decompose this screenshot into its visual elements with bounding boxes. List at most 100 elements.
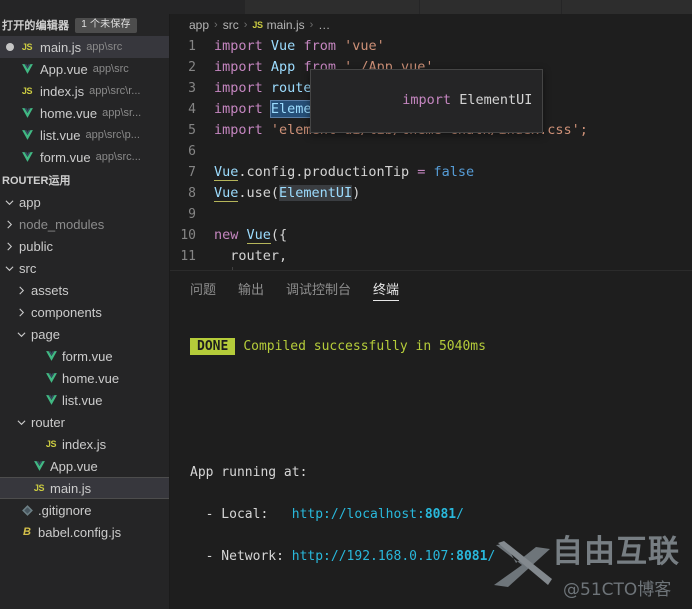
code-content: new Vue({ <box>214 225 287 246</box>
token-import: import <box>214 38 263 54</box>
open-editor-item-list-vue[interactable]: list.vue app\src\p... <box>0 124 170 146</box>
code-line-6: 6 <box>170 141 692 162</box>
chevron-right-icon[interactable] <box>14 286 28 295</box>
open-editor-name: index.js <box>40 83 85 99</box>
network-slash[interactable]: / <box>487 549 495 564</box>
explorer-section-header[interactable]: ROUTER运用 <box>0 169 170 191</box>
chevron-right-icon: › <box>214 19 218 31</box>
tree-item-label: main.js <box>50 480 92 496</box>
line-number: 10 <box>180 228 196 243</box>
open-editor-name: home.vue <box>40 105 98 121</box>
tree-item-app[interactable]: app <box>0 191 170 213</box>
line-number: 5 <box>188 123 196 138</box>
token-equals: = <box>417 164 426 180</box>
tree-item-assets[interactable]: assets <box>0 279 170 301</box>
breadcrumb-app[interactable]: app <box>189 18 209 32</box>
tree-item-node_modules[interactable]: node_modules <box>0 213 170 235</box>
close-icon-slot <box>6 131 14 139</box>
code-line-10: 10 new Vue({ <box>170 225 692 246</box>
token-string: 'vue' <box>344 38 385 54</box>
chevron-right-icon[interactable] <box>2 242 16 251</box>
local-port[interactable]: 8081 <box>425 507 456 522</box>
hover-tooltip: import ElementUI <box>310 69 544 133</box>
line-number: 9 <box>188 207 196 222</box>
tree-item-form-vue[interactable]: form.vue <box>0 345 170 367</box>
line-number: 7 <box>188 165 196 180</box>
token-router-prop: router, <box>230 248 288 264</box>
local-url[interactable]: http://localhost: <box>292 507 425 522</box>
editor-tab-partial-3[interactable] <box>562 0 692 14</box>
chevron-down-icon[interactable] <box>2 198 16 207</box>
tabbar-gap <box>170 0 245 14</box>
editor-tab-partial-2[interactable] <box>420 0 562 14</box>
tree-item-label: app <box>19 194 41 210</box>
open-editor-item-home-vue[interactable]: home.vue app\sr... <box>0 102 170 124</box>
open-editor-path: app\src <box>86 41 123 53</box>
explorer-section-title: ROUTER运用 <box>2 175 71 187</box>
open-editor-item-index-js[interactable]: JS index.js app\src\r... <box>0 80 170 102</box>
chevron-right-icon: › <box>243 19 248 31</box>
editor-tab-partial-1[interactable] <box>245 0 420 14</box>
token-from: from <box>303 38 336 54</box>
line-number: 6 <box>188 144 196 159</box>
panel-tab-1[interactable]: 输出 <box>238 271 264 306</box>
chevron-down-icon[interactable] <box>14 418 28 427</box>
unsaved-dot-icon[interactable] <box>6 43 14 51</box>
chevron-right-icon[interactable] <box>14 308 28 317</box>
open-editor-name: App.vue <box>40 61 88 77</box>
code-line-9: 9 <box>170 204 692 225</box>
breadcrumb[interactable]: app › src › JS main.js › … <box>170 14 692 36</box>
chevron-down-icon[interactable] <box>14 330 28 339</box>
panel-tab-2[interactable]: 调试控制台 <box>286 271 351 306</box>
tree-item--gitignore[interactable]: .gitignore <box>0 499 170 521</box>
token-vue: Vue <box>246 227 271 244</box>
terminal-line-network: - Network: http://192.168.0.107:8081/ <box>190 546 692 567</box>
bottom-panel: 问题 输出 调试控制台 终端 DONE Compiled successfully in… <box>170 270 692 609</box>
tree-item-public[interactable]: public <box>0 235 170 257</box>
network-port[interactable]: 8081 <box>456 549 487 564</box>
panel-tab-0[interactable]: 问题 <box>190 271 216 306</box>
tree-item-page[interactable]: page <box>0 323 170 345</box>
panel-tab-3[interactable]: 终端 <box>373 271 400 306</box>
chevron-down-icon[interactable] <box>2 264 16 273</box>
tree-item-label: form.vue <box>62 348 113 364</box>
line-number: 4 <box>188 102 196 117</box>
token-brace-open: ({ <box>270 227 288 243</box>
open-editor-item-App-vue[interactable]: App.vue app\src <box>0 58 170 80</box>
breadcrumb-symbols[interactable]: … <box>318 18 330 32</box>
js-file-icon: JS <box>252 20 263 30</box>
network-url[interactable]: http://192.168.0.107: <box>292 549 456 564</box>
tree-item-list-vue[interactable]: list.vue <box>0 389 170 411</box>
close-icon-slot <box>6 153 14 161</box>
open-editor-item-main-js[interactable]: JS main.js app\src <box>0 36 170 58</box>
breadcrumb-src[interactable]: src <box>223 18 239 32</box>
terminal-line-done: DONE Compiled successfully in 5040ms <box>190 336 692 357</box>
breadcrumb-file[interactable]: main.js <box>267 18 305 32</box>
js-file-icon: JS <box>21 86 33 96</box>
tree-item-App-vue[interactable]: App.vue <box>0 455 170 477</box>
local-slash[interactable]: / <box>456 507 464 522</box>
line-number: 1 <box>188 39 196 54</box>
tree-item-home-vue[interactable]: home.vue <box>0 367 170 389</box>
code-line-1: 1 import Vue from 'vue' <box>170 36 692 57</box>
terminal-output[interactable]: DONE Compiled successfully in 5040ms App … <box>170 306 692 609</box>
vue-file-icon <box>31 458 47 474</box>
tree-item-label: App.vue <box>50 458 98 474</box>
app-running-label: App running at: <box>190 465 308 480</box>
tree-item-components[interactable]: components <box>0 301 170 323</box>
code-content: Vue.config.productionTip = false <box>214 162 474 183</box>
chevron-right-icon[interactable] <box>2 220 16 229</box>
close-icon-slot <box>6 87 14 95</box>
tree-item-src[interactable]: src <box>0 257 170 279</box>
open-editor-path: app\src <box>92 63 129 75</box>
open-editor-item-form-vue[interactable]: form.vue app\src... <box>0 146 170 168</box>
tree-item-router[interactable]: router <box>0 411 170 433</box>
tree-item-main-js[interactable]: JS main.js <box>0 477 170 499</box>
network-label: - Network: <box>190 549 292 564</box>
tree-item-babel-config-js[interactable]: Bbabel.config.js <box>0 521 170 543</box>
open-editors-header[interactable]: 打开的编辑器 1 个未保存 <box>0 14 170 36</box>
code-editor[interactable]: 1 import Vue from 'vue' 2 import App fro… <box>170 36 692 270</box>
tree-item-index-js[interactable]: JS index.js <box>0 433 170 455</box>
compile-message: Compiled successfully in 5040ms <box>243 339 486 354</box>
vue-file-icon <box>19 105 35 121</box>
